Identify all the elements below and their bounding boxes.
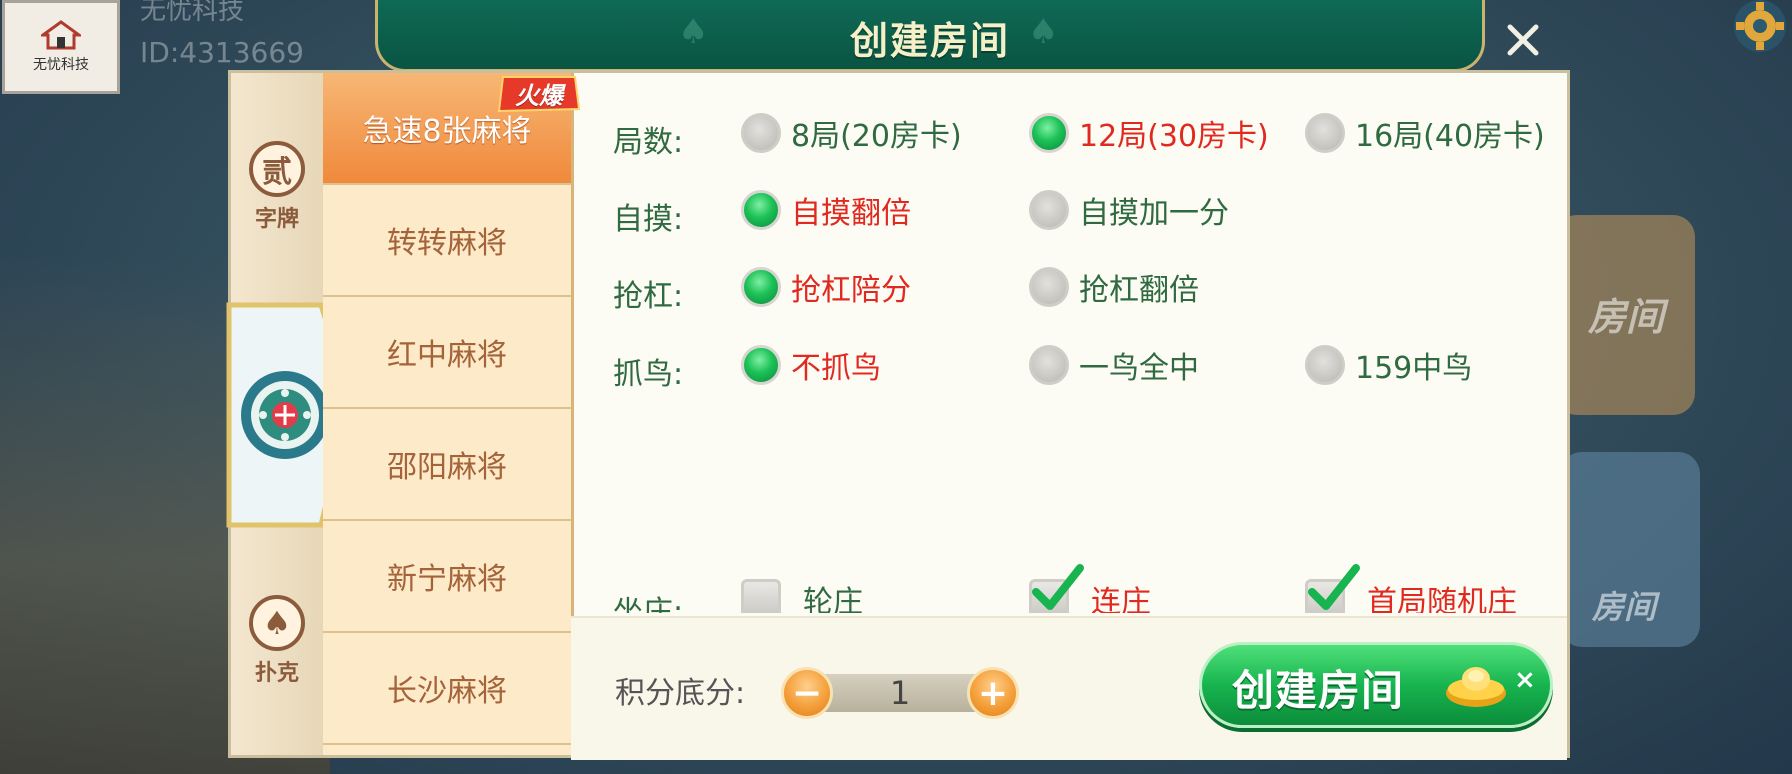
catch-bird-option-none[interactable]: 不抓鸟 [741, 343, 881, 387]
self-draw-row: 自摸: 自摸翻倍 自摸加一分 [571, 188, 1567, 238]
game-item[interactable]: 红中麻将 [323, 297, 571, 409]
catch-bird-option-all[interactable]: 一鸟全中 [1029, 343, 1199, 387]
close-icon [1507, 24, 1539, 56]
option-text: 首局随机庄 [1367, 585, 1517, 613]
self-draw-label: 自摸: [613, 202, 684, 237]
radio-button[interactable] [1305, 113, 1345, 153]
game-item[interactable]: 邵阳麻将 [323, 409, 571, 521]
radio-button[interactable] [1029, 267, 1069, 307]
zipai-icon: 贰 [249, 141, 305, 197]
close-button[interactable] [1495, 12, 1551, 68]
checkbox[interactable] [741, 579, 781, 613]
category-label: 字牌 [254, 207, 299, 232]
rob-kong-label: 抢杠: [613, 279, 684, 314]
catch-bird-label: 抓鸟: [613, 357, 684, 392]
option-text: 12局(30房卡) [1079, 119, 1269, 154]
game-item[interactable]: 长沙麻将 [323, 633, 571, 745]
rounds-option-12[interactable]: 12局(30房卡) [1029, 111, 1269, 155]
create-room-button[interactable]: 创建房间 × [1199, 642, 1553, 728]
company-logo: 无忧科技 [2, 0, 120, 94]
game-list: 急速8张麻将 转转麻将 红中麻将 邵阳麻将 新宁麻将 长沙麻将 [323, 73, 574, 755]
radio-button-selected[interactable] [1029, 113, 1069, 153]
dialog-footer: 积分底分: 1 − + 创建房间 × [571, 616, 1567, 760]
radio-button[interactable] [1029, 345, 1069, 385]
dealer-row: 坐庄: 轮庄 连庄 首局随机庄 [571, 564, 1567, 613]
game-item[interactable]: 新宁麻将 [323, 521, 571, 633]
rob-kong-option-double[interactable]: 抢杠翻倍 [1029, 265, 1199, 309]
account-id: ID:4313669 [140, 36, 304, 69]
rounds-row: 局数: 8局(20房卡) 12局(30房卡) 16局(40房卡) [571, 111, 1567, 161]
create-room-dialog: 贰 字牌 ♠ 扑克 急速8张麻将 转转麻将 红中麻将 邵阳麻将 新宁麻将 长沙麻… [226, 70, 1570, 760]
checkbox-checked[interactable] [1029, 564, 1084, 613]
checkbox-checked[interactable] [1305, 564, 1360, 613]
catch-bird-row: 抓鸟: 不抓鸟 一鸟全中 159中鸟 [571, 343, 1567, 393]
dealer-option-rotate[interactable]: 轮庄 [741, 577, 863, 613]
rob-kong-option-pay[interactable]: 抢杠陪分 [741, 265, 911, 309]
dealer-label: 坐庄: [613, 595, 684, 613]
times-symbol: × [1514, 665, 1536, 695]
radio-button-selected[interactable] [741, 190, 781, 230]
house-icon [38, 20, 84, 50]
catch-bird-option-159[interactable]: 159中鸟 [1305, 343, 1472, 387]
spade-icon: ♠ [249, 595, 305, 651]
option-text: 8局(20房卡) [791, 119, 962, 154]
dealer-option-random-first[interactable]: 首局随机庄 [1305, 564, 1517, 613]
checkmark-icon [1308, 564, 1360, 610]
category-label: 扑克 [254, 661, 299, 686]
radio-button[interactable] [1029, 190, 1069, 230]
option-text: 抢杠陪分 [791, 273, 911, 308]
option-text: 不抓鸟 [791, 351, 881, 386]
rule-options: 局数: 8局(20房卡) 12局(30房卡) 16局(40房卡) 自摸: 自摸翻… [571, 73, 1567, 613]
option-text: 自摸翻倍 [791, 196, 911, 231]
hot-badge-text: 火爆 [515, 82, 563, 110]
plus-button[interactable]: + [967, 667, 1019, 719]
option-text: 自摸加一分 [1079, 196, 1229, 231]
option-text: 轮庄 [803, 585, 863, 613]
game-item[interactable]: 转转麻将 [323, 185, 571, 297]
option-text: 159中鸟 [1355, 351, 1473, 386]
radio-button[interactable] [1305, 345, 1345, 385]
self-draw-option-double[interactable]: 自摸翻倍 [741, 188, 911, 232]
radio-button-selected[interactable] [741, 345, 781, 385]
rounds-option-16[interactable]: 16局(40房卡) [1305, 111, 1545, 155]
option-text: 抢杠翻倍 [1079, 273, 1199, 308]
dialog-header: ♠ ♠ 创建房间 [375, 0, 1485, 72]
settings-gear-icon[interactable] [1718, 0, 1788, 58]
create-room-label: 创建房间 [1232, 666, 1405, 715]
account-name: 无忧科技 [140, 0, 245, 26]
rob-kong-row: 抢杠: 抢杠陪分 抢杠翻倍 [571, 265, 1567, 315]
self-draw-option-plus-one[interactable]: 自摸加一分 [1029, 188, 1229, 232]
radio-button-selected[interactable] [741, 267, 781, 307]
score-label: 积分底分: [615, 676, 746, 711]
score-value: 1 [889, 674, 911, 712]
background-card-text: 房间 [1588, 295, 1665, 339]
radio-button[interactable] [741, 113, 781, 153]
minus-button[interactable]: − [781, 667, 833, 719]
rounds-option-8[interactable]: 8局(20房卡) [741, 111, 962, 155]
category-tab-poker[interactable]: ♠ 扑克 [231, 595, 323, 687]
option-text: 连庄 [1091, 585, 1151, 613]
background-card-text: 房间 [1592, 588, 1657, 626]
category-tab-zipai[interactable]: 贰 字牌 [231, 141, 323, 233]
checkmark-icon [1032, 564, 1084, 610]
option-text: 一鸟全中 [1079, 351, 1199, 386]
logo-text: 无忧科技 [33, 57, 89, 73]
dialog-title: 创建房间 [849, 19, 1010, 63]
rounds-label: 局数: [613, 125, 684, 160]
hot-badge: 火爆 [497, 73, 581, 115]
option-text: 16局(40房卡) [1355, 119, 1545, 154]
dealer-option-continue[interactable]: 连庄 [1029, 564, 1151, 613]
gold-ingot-icon [1446, 667, 1506, 707]
